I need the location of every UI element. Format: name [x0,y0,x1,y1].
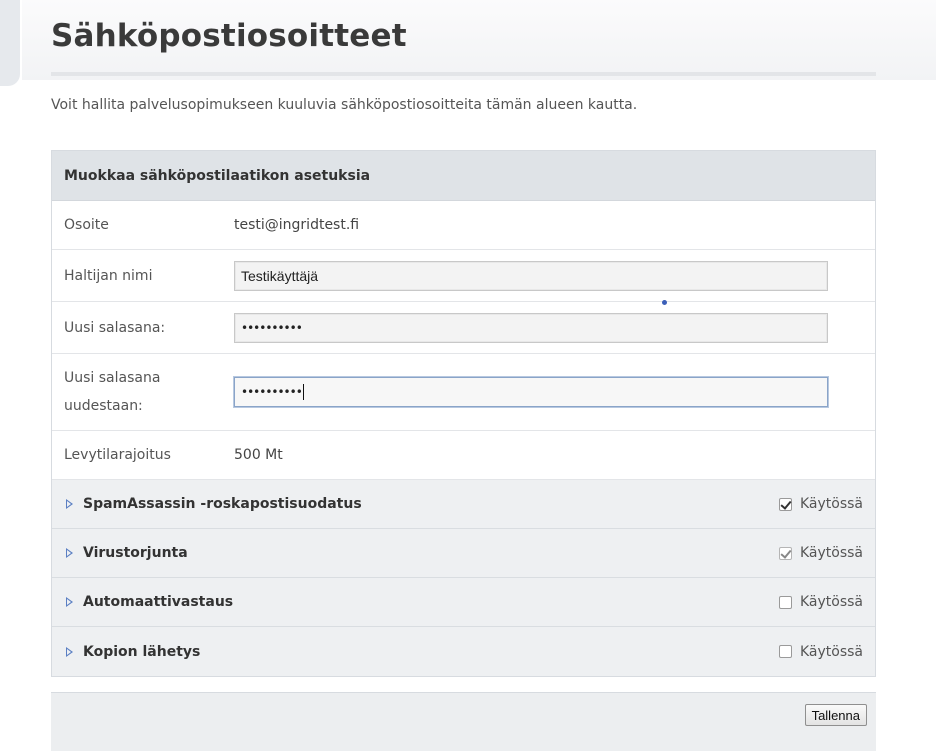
owner-name-label: Haltijan nimi [64,267,153,284]
enabled-checkbox[interactable] [778,497,792,511]
owner-name-row: Haltijan nimi [52,250,875,302]
address-label: Osoite [64,217,109,233]
owner-name-input[interactable] [234,260,828,291]
new-password-row: Uusi salasana: •••••••••• [52,302,875,354]
form-footer: Tallenna [51,692,876,751]
address-row: Osoite testi@ingridtest.fi [52,201,875,250]
enabled-toggle[interactable]: Käytössä [778,643,863,660]
enabled-label: Käytössä [799,496,863,512]
mouse-pointer-dot [662,300,667,305]
expand-arrow-icon[interactable] [66,548,73,558]
repeat-password-label: Uusi salasana uudestaan: [64,370,161,414]
corner-tab [0,0,20,86]
repeat-password-input[interactable]: •••••••••• [234,377,828,407]
section-title[interactable]: Kopion lähetys [83,644,779,660]
section-spamassassin[interactable]: SpamAssassin -roskapostisuodatus Käytöss… [52,480,875,529]
enabled-checkbox[interactable] [778,595,792,609]
address-value: testi@ingridtest.fi [234,217,360,233]
enabled-toggle[interactable]: Käytössä [778,496,863,512]
repeat-password-mask: •••••••••• [241,385,303,399]
enabled-toggle[interactable]: Käytössä [778,594,863,610]
page-title: Sähköpostiosoitteet [51,18,407,54]
new-password-input[interactable]: •••••••••• [234,312,828,343]
section-title[interactable]: Virustorjunta [83,545,779,561]
expand-arrow-icon[interactable] [66,646,73,657]
expand-arrow-icon[interactable] [66,597,73,607]
new-password-label: Uusi salasana: [64,319,166,336]
enabled-label: Käytössä [799,545,863,561]
quota-row: Levytilarajoitus 500 Mt [52,431,875,480]
quota-label: Levytilarajoitus [64,447,171,463]
page-intro: Voit hallita palvelusopimukseen kuuluvia… [51,97,638,113]
section-copy-forwarding[interactable]: Kopion lähetys Käytössä [52,627,875,676]
save-button[interactable]: Tallenna [804,704,867,726]
repeat-password-row: Uusi salasana uudestaan: •••••••••• [52,354,875,431]
enabled-label: Käytössä [799,594,863,610]
enabled-checkbox[interactable] [778,645,792,658]
new-password-mask: •••••••••• [241,320,303,335]
enabled-checkbox[interactable] [778,546,792,560]
text-cursor [302,384,304,400]
enabled-toggle[interactable]: Käytössä [778,545,863,561]
section-antivirus[interactable]: Virustorjunta Käytössä [52,529,875,578]
enabled-label: Käytössä [799,643,863,660]
title-divider [51,72,876,76]
section-title[interactable]: SpamAssassin -roskapostisuodatus [83,496,779,512]
quota-value: 500 Mt [234,447,283,463]
section-autoreply[interactable]: Automaattivastaus Käytössä [52,578,875,627]
section-title[interactable]: Automaattivastaus [83,594,779,610]
panel-header: Muokkaa sähköpostilaatikon asetuksia [52,151,875,201]
mailbox-settings-panel: Muokkaa sähköpostilaatikon asetuksia Oso… [51,150,876,677]
expand-arrow-icon[interactable] [66,499,73,509]
